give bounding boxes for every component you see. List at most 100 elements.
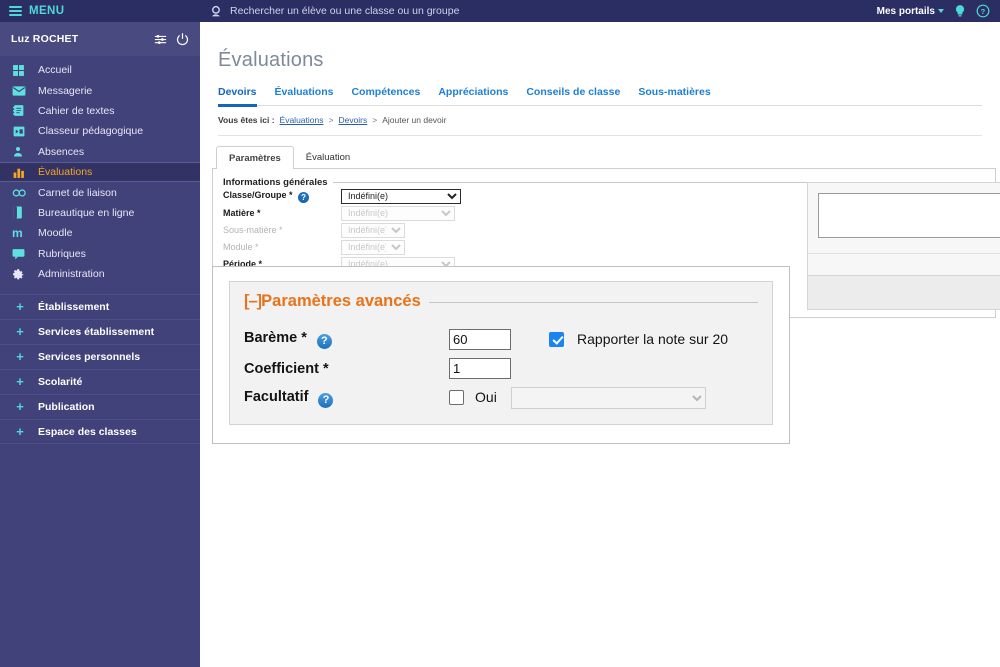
sidebar-item-bureautique-en-ligne[interactable]: Bureautique en ligne <box>0 203 200 223</box>
sidebar-item-label: Carnet de liaison <box>38 186 117 199</box>
field-label: Matière <box>223 208 255 219</box>
sidebar-item-evaluations[interactable]: Évaluations <box>0 161 200 183</box>
settings-sliders-icon[interactable] <box>153 32 168 47</box>
page-title: Évaluations <box>218 49 324 72</box>
checkbox-facultatif-oui[interactable] <box>449 390 464 405</box>
plus-icon: + <box>16 349 24 365</box>
main-tabs: Devoirs Évaluations Compétences Apprécia… <box>218 86 982 107</box>
plus-icon: + <box>16 324 24 340</box>
advanced-parameters-inner: [–] Paramètres avancés Barème * ? Rappor… <box>229 281 773 425</box>
required-star: * <box>322 360 329 377</box>
tab-conseils-de-classe[interactable]: Conseils de classe <box>526 86 620 105</box>
user-name: Luz ROCHET <box>11 33 79 45</box>
binder-icon <box>12 124 28 138</box>
sidebar-item-label: Absences <box>38 145 85 158</box>
select-facultatif[interactable] <box>510 387 706 409</box>
sidebar-item-moodle[interactable]: m Moodle <box>0 223 200 243</box>
breadcrumb-link-devoirs[interactable]: Devoirs <box>338 115 367 125</box>
power-icon[interactable] <box>175 32 190 47</box>
select-classe-groupe[interactable]: Indéfini(e) <box>341 188 461 204</box>
sidebar-item-administration[interactable]: Administration <box>0 264 200 284</box>
portals-menu[interactable]: Mes portails <box>877 6 944 17</box>
select-module[interactable]: Indéfini(e) <box>341 239 405 255</box>
sidebar-section-services-personnels[interactable]: + Services personnels <box>0 344 200 369</box>
input-coefficient[interactable] <box>449 358 511 379</box>
field-label: Module <box>223 242 253 253</box>
breadcrumb-link-evaluations[interactable]: Évaluations <box>280 115 324 125</box>
help-icon[interactable]: ? <box>318 392 334 408</box>
sidebar-item-label: Classeur pédagogique <box>38 125 144 138</box>
sidebar-item-label: Rubriques <box>38 247 86 260</box>
svg-text:?: ? <box>981 7 986 16</box>
sidebar-section-label: Services établissement <box>38 326 155 339</box>
breadcrumb-current: Ajouter un devoir <box>382 114 447 125</box>
tab-evaluations[interactable]: Évaluations <box>275 86 334 105</box>
tab-sous-matieres[interactable]: Sous-matières <box>638 86 710 105</box>
hamburger-icon[interactable] <box>9 6 22 16</box>
sidebar-section-label: Scolarité <box>38 376 83 389</box>
sidebar-item-accueil[interactable]: Accueil <box>0 60 200 80</box>
advanced-legend-row: [–] Paramètres avancés <box>244 292 758 311</box>
required-star: * <box>289 189 293 200</box>
sidebar-item-rubriques[interactable]: Rubriques <box>0 244 200 264</box>
user-row: Luz ROCHET <box>0 22 200 56</box>
sidebar-section-label: Espace des classes <box>38 425 137 438</box>
general-info-legend: Informations générales <box>223 176 328 188</box>
tab-appreciations[interactable]: Appréciations <box>438 86 508 105</box>
envelope-icon <box>12 84 28 98</box>
sidebar-section-etablissement[interactable]: + Établissement <box>0 294 200 319</box>
menu-label: MENU <box>29 5 65 17</box>
tab-parametres[interactable]: Paramètres <box>216 145 294 169</box>
advanced-fields-table: Barème * ? Rapporter la note sur 20 Coef… <box>244 325 728 413</box>
moodle-icon: m <box>12 226 23 241</box>
help-icon[interactable]: ? <box>976 4 990 18</box>
sidebar-item-carnet-de-liaison[interactable]: Carnet de liaison <box>0 182 200 202</box>
tab-competences[interactable]: Compétences <box>351 86 420 105</box>
collapse-toggle-icon[interactable]: [–] <box>244 292 262 311</box>
field-row-sous-matiere: Sous-matière * Indéfini(e) <box>223 222 546 239</box>
sidebar-item-messagerie[interactable]: Messagerie <box>0 80 200 100</box>
sidebar-item-label: Moodle <box>38 227 73 240</box>
top-bar: MENU Rechercher un élève ou une classe o… <box>0 0 1000 22</box>
lightbulb-icon[interactable] <box>953 4 967 18</box>
sidebar-section-scolarite[interactable]: + Scolarité <box>0 369 200 394</box>
sidebar-section-publication[interactable]: + Publication <box>0 394 200 419</box>
sidebar-section-label: Publication <box>38 401 95 414</box>
help-icon[interactable]: ? <box>298 191 310 203</box>
checkbox-rapporter-note-sur-20[interactable] <box>549 332 564 347</box>
speech-bubble-icon <box>12 247 28 261</box>
topbar-right-group: Mes portails ? <box>877 0 1000 22</box>
field-label: Classe/Groupe <box>223 189 287 200</box>
link-icon <box>12 186 28 200</box>
sidebar-item-cahier-de-textes[interactable]: Cahier de textes <box>0 101 200 121</box>
secondary-form-card: Annuler Valider <box>807 181 1000 310</box>
breadcrumb-lead: Vous êtes ici : <box>218 114 275 125</box>
sidebar-item-label: Bureautique en ligne <box>38 206 135 219</box>
comment-textarea[interactable] <box>818 192 1000 238</box>
breadcrumb: Vous êtes ici : Évaluations > Devoirs > … <box>218 115 982 136</box>
sidebar-item-classeur-pedagogique[interactable]: Classeur pédagogique <box>0 121 200 141</box>
sidebar-item-label: Messagerie <box>38 84 93 97</box>
field-label: Coefficient <box>244 360 319 377</box>
sidebar-item-label: Accueil <box>38 64 72 77</box>
field-label: Sous-matière <box>223 225 277 236</box>
label-bareme: Barème * ? <box>244 325 449 354</box>
label-rapporter-note-sur-20: Rapporter la note sur 20 <box>577 331 729 347</box>
tab-evaluation-sub[interactable]: Évaluation <box>294 146 362 169</box>
sidebar-section-espace-des-classes[interactable]: + Espace des classes <box>0 419 200 445</box>
sidebar-item-absences[interactable]: Absences <box>0 142 200 162</box>
search-input[interactable]: Rechercher un élève ou une classe ou un … <box>200 0 877 22</box>
sidebar-section-label: Établissement <box>38 301 110 314</box>
sidebar-section-services-etablissement[interactable]: + Services établissement <box>0 319 200 344</box>
breadcrumb-separator: > <box>372 114 378 125</box>
select-matiere[interactable]: Indéfini(e) <box>341 205 455 221</box>
help-icon[interactable]: ? <box>316 334 332 349</box>
menu-toggle[interactable]: MENU <box>0 0 200 22</box>
input-bareme[interactable] <box>449 329 511 350</box>
select-sous-matiere[interactable]: Indéfini(e) <box>341 222 405 238</box>
label-module: Module * <box>223 239 341 256</box>
tab-devoirs[interactable]: Devoirs <box>218 86 257 107</box>
required-star: * <box>257 208 261 219</box>
advanced-row-facultatif: Facultatif ? Oui <box>244 383 728 413</box>
office-icon <box>12 206 28 220</box>
